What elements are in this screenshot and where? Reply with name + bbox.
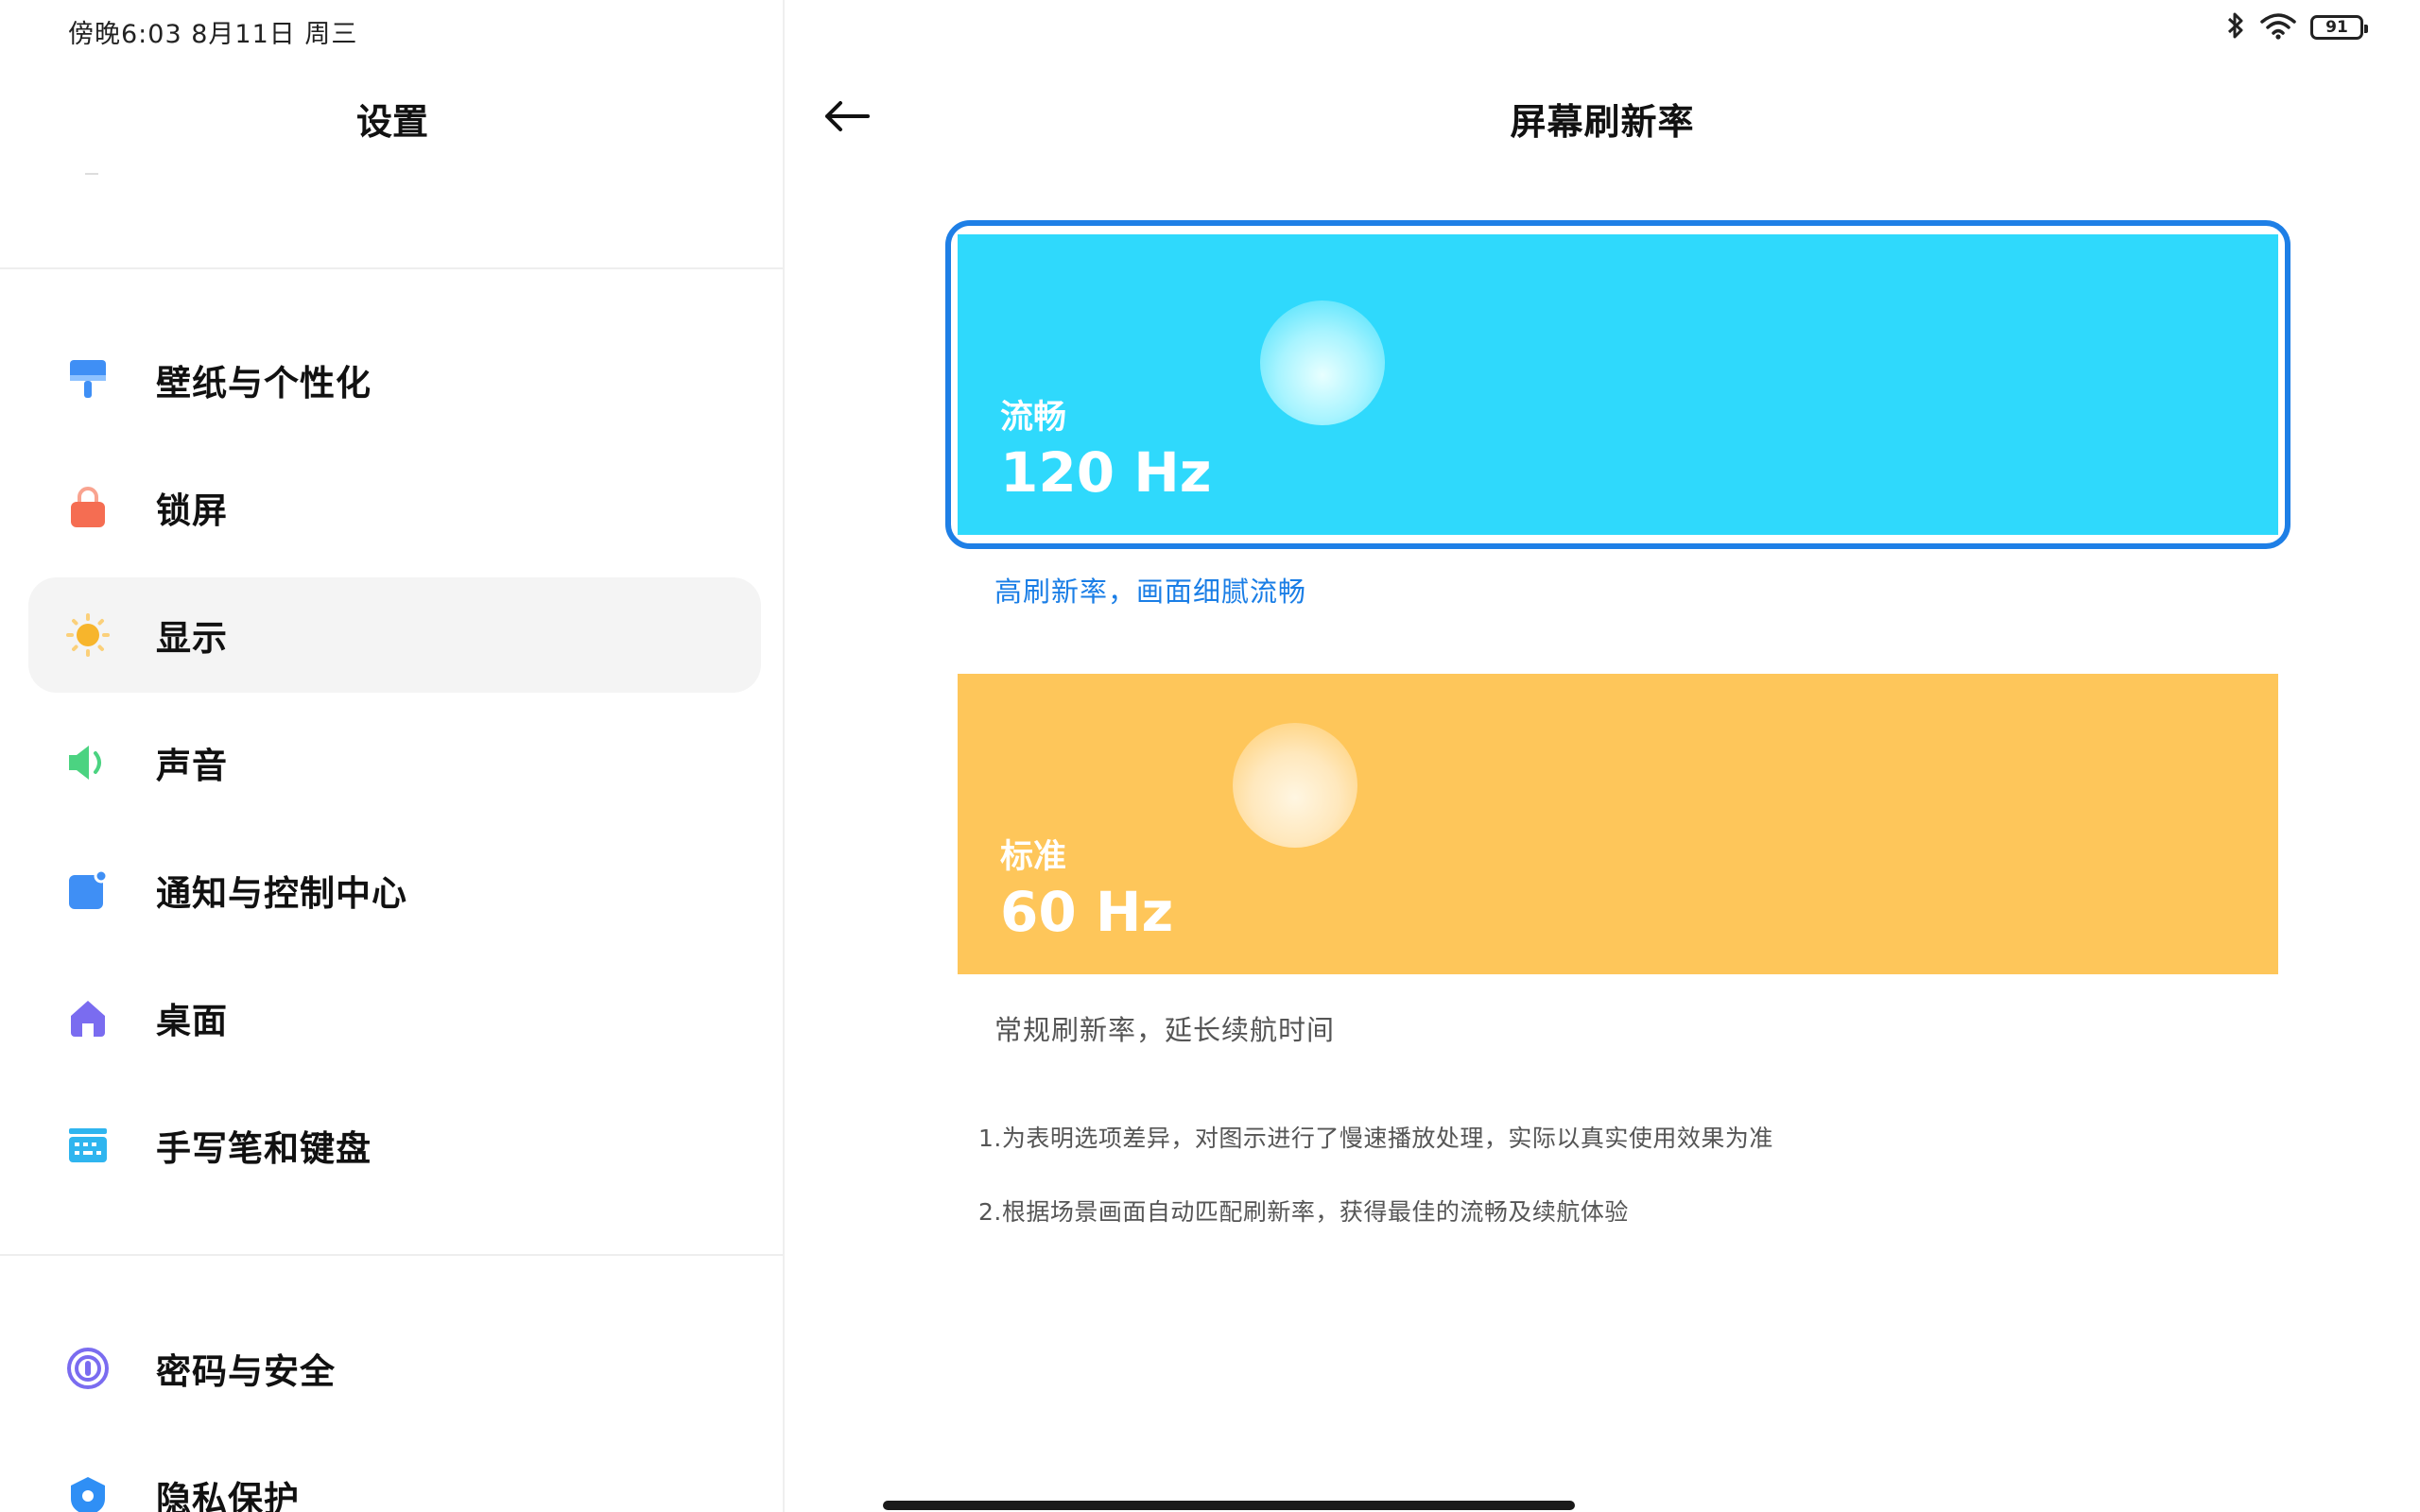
sidebar-item-stylus-keyboard[interactable]: 手写笔和键盘 bbox=[28, 1088, 761, 1203]
option-name: 标准 bbox=[1000, 838, 1067, 876]
sidebar-divider bbox=[0, 267, 783, 269]
lock-icon bbox=[66, 486, 110, 529]
option-card-smooth[interactable]: 流畅 120 Hz bbox=[958, 234, 2278, 535]
sidebar-divider bbox=[0, 1254, 783, 1256]
option-hz: 60 Hz bbox=[1000, 880, 1174, 944]
option-name: 流畅 bbox=[1000, 399, 1067, 437]
home-indicator[interactable] bbox=[883, 1501, 1575, 1510]
sidebar-item-label: 通知与控制中心 bbox=[156, 873, 407, 914]
settings-sidebar: 设置 壁纸与个性化 锁屏 显示 声音 通知与控制中心 桌面 手写笔和键盘 密码与… bbox=[0, 0, 785, 1512]
page-title: 屏幕刷新率 bbox=[1510, 101, 1695, 143]
privacy-icon bbox=[66, 1474, 110, 1512]
sidebar-item-notifications[interactable]: 通知与控制中心 bbox=[28, 833, 761, 948]
sidebar-search-remnant bbox=[85, 173, 98, 175]
home-icon bbox=[66, 996, 110, 1040]
notification-icon bbox=[66, 868, 110, 912]
sidebar-item-desktop[interactable]: 桌面 bbox=[28, 960, 761, 1075]
sidebar-item-password-security[interactable]: 密码与安全 bbox=[28, 1311, 761, 1426]
sidebar-item-privacy[interactable]: 隐私保护 bbox=[28, 1438, 761, 1512]
option-description: 高刷新率，画面细腻流畅 bbox=[994, 576, 1307, 608]
sidebar-item-lockscreen[interactable]: 锁屏 bbox=[28, 450, 761, 565]
animation-ball bbox=[1260, 301, 1385, 425]
option-card-standard[interactable]: 标准 60 Hz bbox=[958, 674, 2278, 974]
sidebar-item-label: 隐私保护 bbox=[156, 1479, 300, 1512]
keyboard-icon bbox=[66, 1124, 110, 1167]
sun-icon bbox=[66, 613, 110, 657]
note-text: 1.为表明选项差异，对图示进行了慢速播放处理，实际以真实使用效果为准 bbox=[978, 1125, 1773, 1152]
sidebar-item-label: 手写笔和键盘 bbox=[156, 1128, 372, 1169]
fingerprint-icon bbox=[66, 1347, 110, 1390]
option-hz: 120 Hz bbox=[1000, 440, 1212, 505]
sidebar-item-label: 显示 bbox=[156, 618, 228, 659]
sidebar-item-label: 密码与安全 bbox=[156, 1351, 336, 1392]
sidebar-item-sound[interactable]: 声音 bbox=[28, 705, 761, 820]
sidebar-item-wallpaper[interactable]: 壁纸与个性化 bbox=[28, 322, 761, 438]
sidebar-item-label: 壁纸与个性化 bbox=[156, 363, 372, 404]
wallpaper-brush-icon bbox=[66, 358, 110, 402]
sidebar-title: 设置 bbox=[355, 101, 428, 143]
sidebar-item-label: 锁屏 bbox=[156, 490, 228, 531]
note-text: 2.根据场景画面自动匹配刷新率，获得最佳的流畅及续航体验 bbox=[978, 1198, 1629, 1226]
sidebar-item-label: 声音 bbox=[156, 746, 228, 786]
refresh-rate-panel: 屏幕刷新率 流畅 120 Hz 高刷新率，画面细腻流畅 标准 60 Hz 常规刷… bbox=[785, 0, 2420, 1512]
sidebar-item-label: 桌面 bbox=[156, 1001, 228, 1041]
speaker-icon bbox=[66, 741, 110, 784]
sidebar-item-display[interactable]: 显示 bbox=[28, 577, 761, 693]
option-description: 常规刷新率，延长续航时间 bbox=[994, 1014, 1336, 1046]
animation-ball bbox=[1233, 723, 1357, 848]
